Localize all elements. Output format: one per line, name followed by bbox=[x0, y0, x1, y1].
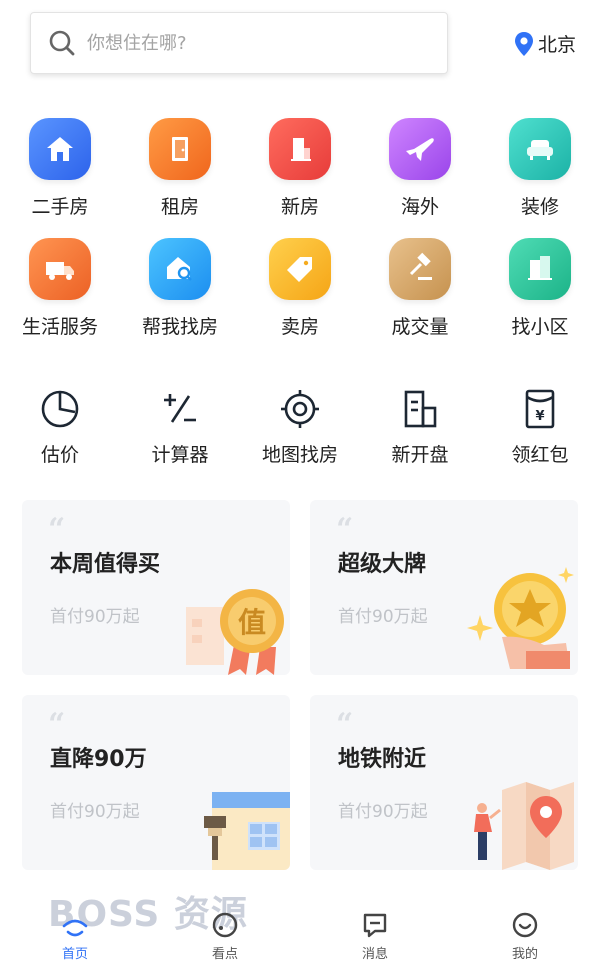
tools-row: 估价 计算器 地图找房 新开盘 ¥ 领红包 bbox=[0, 388, 600, 467]
quote-icon: “ bbox=[336, 512, 354, 547]
card-title: 本周值得买 bbox=[50, 552, 161, 577]
tool-label: 估价 bbox=[40, 444, 79, 466]
category-sell[interactable]: 卖房 bbox=[240, 238, 360, 358]
category-grid: 二手房 租房 新房 海外 装修 生活服务 帮我找房 卖房 成交量 找小区 bbox=[0, 118, 600, 358]
quote-icon: “ bbox=[48, 512, 66, 547]
promo-card-price-drop[interactable]: “ 直降90万 首付90万起 bbox=[22, 695, 290, 870]
star-coin-icon bbox=[467, 567, 574, 669]
category-label: 海外 bbox=[400, 196, 439, 218]
category-life-service[interactable]: 生活服务 bbox=[0, 238, 120, 358]
medal-text: 值 bbox=[238, 606, 266, 639]
category-new-house[interactable]: 新房 bbox=[240, 118, 360, 238]
card-title: 地铁附近 bbox=[338, 747, 427, 772]
quote-icon: “ bbox=[48, 707, 66, 742]
category-label: 二手房 bbox=[31, 196, 89, 218]
card-title: 直降90万 bbox=[50, 747, 147, 772]
category-row: 生活服务 帮我找房 卖房 成交量 找小区 bbox=[0, 238, 600, 358]
category-second-hand[interactable]: 二手房 bbox=[0, 118, 120, 238]
house-icon bbox=[29, 118, 91, 180]
community-icon bbox=[509, 238, 571, 300]
target-icon bbox=[281, 390, 319, 428]
value-medal-icon: 值 bbox=[186, 589, 284, 675]
category-row: 二手房 租房 新房 海外 装修 bbox=[0, 118, 600, 238]
category-label: 生活服务 bbox=[21, 316, 98, 338]
search-icon bbox=[49, 30, 75, 56]
truck-icon bbox=[29, 238, 91, 300]
tool-calculator[interactable]: 计算器 bbox=[120, 388, 240, 467]
building-outline-icon bbox=[404, 390, 437, 428]
tool-label: 计算器 bbox=[151, 444, 209, 466]
tab-label: 看点 bbox=[211, 947, 238, 962]
quote-icon: “ bbox=[336, 707, 354, 742]
pie-chart-icon bbox=[41, 390, 79, 428]
promo-card-brand[interactable]: “ 超级大牌 首付90万起 bbox=[310, 500, 578, 675]
message-icon bbox=[363, 913, 387, 938]
card-subtitle: 首付90万起 bbox=[338, 802, 428, 822]
tool-label: 地图找房 bbox=[261, 444, 338, 466]
category-rent[interactable]: 租房 bbox=[120, 118, 240, 238]
tab-home[interactable]: 首页 bbox=[0, 902, 150, 974]
location-pin-icon bbox=[515, 31, 533, 56]
paint-house-icon bbox=[204, 792, 290, 870]
promo-card-weekly[interactable]: “ 本周值得买 首付90万起 值 bbox=[22, 500, 290, 675]
tab-label: 消息 bbox=[361, 947, 388, 962]
category-overseas[interactable]: 海外 bbox=[360, 118, 480, 238]
map-pin-icon bbox=[474, 782, 574, 870]
category-decoration[interactable]: 装修 bbox=[480, 118, 600, 238]
bottom-tab-bar: 首页 看点 消息 我的 bbox=[0, 902, 600, 974]
plane-icon bbox=[389, 118, 451, 180]
category-label: 装修 bbox=[520, 196, 559, 218]
category-label: 找小区 bbox=[511, 316, 569, 338]
discover-icon bbox=[212, 912, 238, 938]
category-label: 帮我找房 bbox=[141, 316, 218, 338]
card-subtitle: 首付90万起 bbox=[50, 802, 140, 822]
category-find-house[interactable]: 帮我找房 bbox=[120, 238, 240, 358]
profile-icon bbox=[512, 912, 538, 938]
svg-text:¥: ¥ bbox=[535, 409, 544, 424]
category-label: 成交量 bbox=[391, 316, 449, 338]
tool-label: 领红包 bbox=[511, 444, 569, 466]
category-deals[interactable]: 成交量 bbox=[360, 238, 480, 358]
card-subtitle: 首付90万起 bbox=[50, 607, 140, 627]
category-community[interactable]: 找小区 bbox=[480, 238, 600, 358]
search-bar[interactable] bbox=[30, 12, 448, 74]
tab-profile[interactable]: 我的 bbox=[450, 902, 600, 974]
tool-red-envelope[interactable]: ¥ 领红包 bbox=[480, 388, 600, 467]
tool-valuation[interactable]: 估价 bbox=[0, 388, 120, 467]
hammer-icon bbox=[389, 238, 451, 300]
tab-discover[interactable]: 看点 bbox=[150, 902, 300, 974]
red-envelope-icon: ¥ bbox=[525, 389, 555, 429]
city-selector[interactable]: 北京 bbox=[514, 30, 576, 57]
search-input[interactable] bbox=[85, 31, 409, 55]
home-tab-icon bbox=[62, 919, 88, 937]
card-title: 超级大牌 bbox=[338, 552, 427, 577]
tool-new-opening[interactable]: 新开盘 bbox=[360, 388, 480, 467]
sofa-icon bbox=[509, 118, 571, 180]
category-label: 卖房 bbox=[280, 316, 319, 338]
city-name: 北京 bbox=[538, 34, 577, 56]
search-house-icon bbox=[149, 238, 211, 300]
promo-card-subway[interactable]: “ 地铁附近 首付90万起 bbox=[310, 695, 578, 870]
tool-label: 新开盘 bbox=[391, 444, 449, 466]
tab-messages[interactable]: 消息 bbox=[300, 902, 450, 974]
tab-label: 我的 bbox=[511, 947, 538, 962]
card-subtitle: 首付90万起 bbox=[338, 607, 428, 627]
tool-map-search[interactable]: 地图找房 bbox=[240, 388, 360, 467]
category-label: 租房 bbox=[160, 196, 199, 218]
category-label: 新房 bbox=[280, 196, 319, 218]
building-icon bbox=[269, 118, 331, 180]
calculator-icon bbox=[164, 394, 196, 423]
tab-label: 首页 bbox=[61, 947, 88, 962]
tag-icon bbox=[269, 238, 331, 300]
door-icon bbox=[149, 118, 211, 180]
